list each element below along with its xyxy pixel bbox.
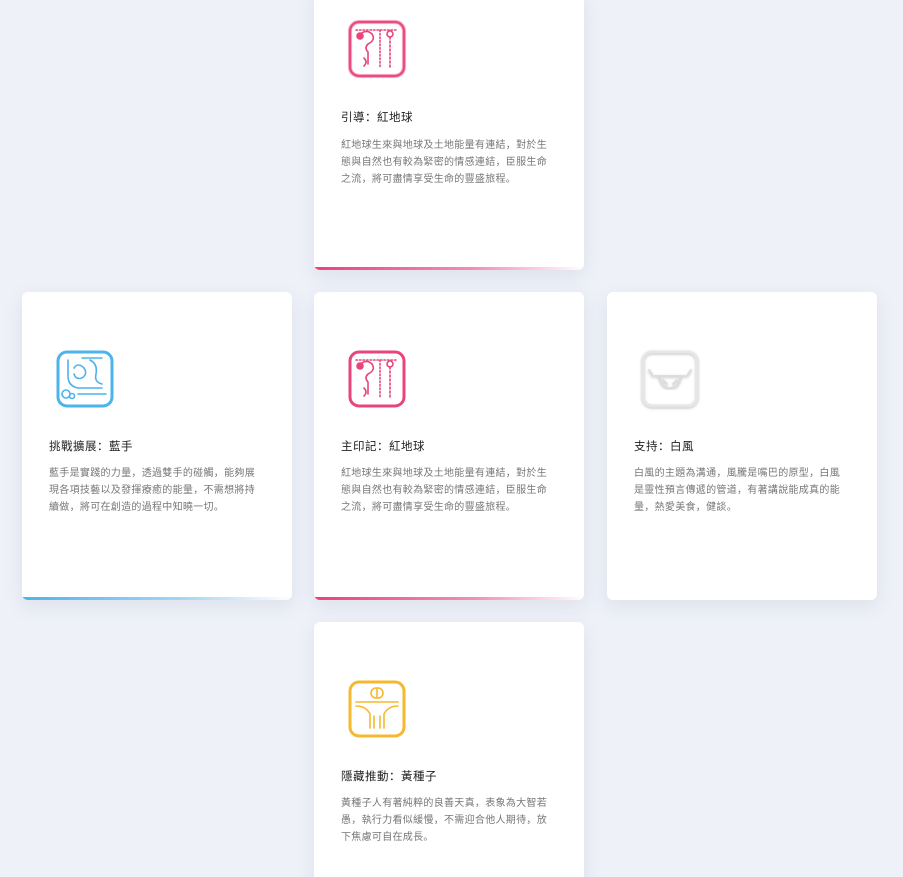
yellow-seed-glyph-icon [344,676,410,742]
card-description: 紅地球生來與地球及土地能量有連結，對於生態與自然也有較為緊密的情感連結，臣服生命… [341,140,547,185]
card-description: 黃種子人有著純粹的良善天真，表象為大智若愚，執行力看似緩慢，不需迎合他人期待，放… [341,798,547,843]
card-description: 白風的主題為溝通，風騰是嘴巴的原型，白風是靈性預言傳遞的管道，有著講說能成真的能… [634,468,840,513]
card-title: 主印記：紅地球 [341,439,425,453]
hidden-push-card: 隱藏推動：黃種子 黃種子人有著純粹的良善天真，表象為大智若愚，執行力看似緩慢，不… [314,622,584,877]
guide-card: 引導：紅地球 紅地球生來與地球及土地能量有連結，對於生態與自然也有較為緊密的情感… [314,0,584,270]
card-title: 挑戰擴展：藍手 [49,439,133,453]
card-title: 引導：紅地球 [341,110,413,124]
card-accent-bar [314,597,584,600]
card-accent-bar [22,597,292,600]
white-wind-glyph-icon [637,346,703,412]
challenge-card: 挑戰擴展：藍手 藍手是實踐的力量，透過雙手的碰觸，能夠展現各項技藝以及發揮療癒的… [22,292,292,600]
blue-hand-glyph-icon [52,346,118,412]
card-title: 支持：白風 [634,439,694,453]
card-description: 紅地球生來與地球及土地能量有連結，對於生態與自然也有較為緊密的情感連結，臣服生命… [341,468,547,513]
red-earth-glyph-icon [344,346,410,412]
support-card: 支持：白風 白風的主題為溝通，風騰是嘴巴的原型，白風是靈性預言傳遞的管道，有著講… [607,292,877,600]
main-seal-card: 主印記：紅地球 紅地球生來與地球及土地能量有連結，對於生態與自然也有較為緊密的情… [314,292,584,600]
card-accent-bar [314,267,584,270]
card-description: 藍手是實踐的力量，透過雙手的碰觸，能夠展現各項技藝以及發揮療癒的能量，不需想將持… [49,468,255,513]
red-earth-glyph-icon [344,16,410,82]
card-title: 隱藏推動：黃種子 [341,769,437,783]
